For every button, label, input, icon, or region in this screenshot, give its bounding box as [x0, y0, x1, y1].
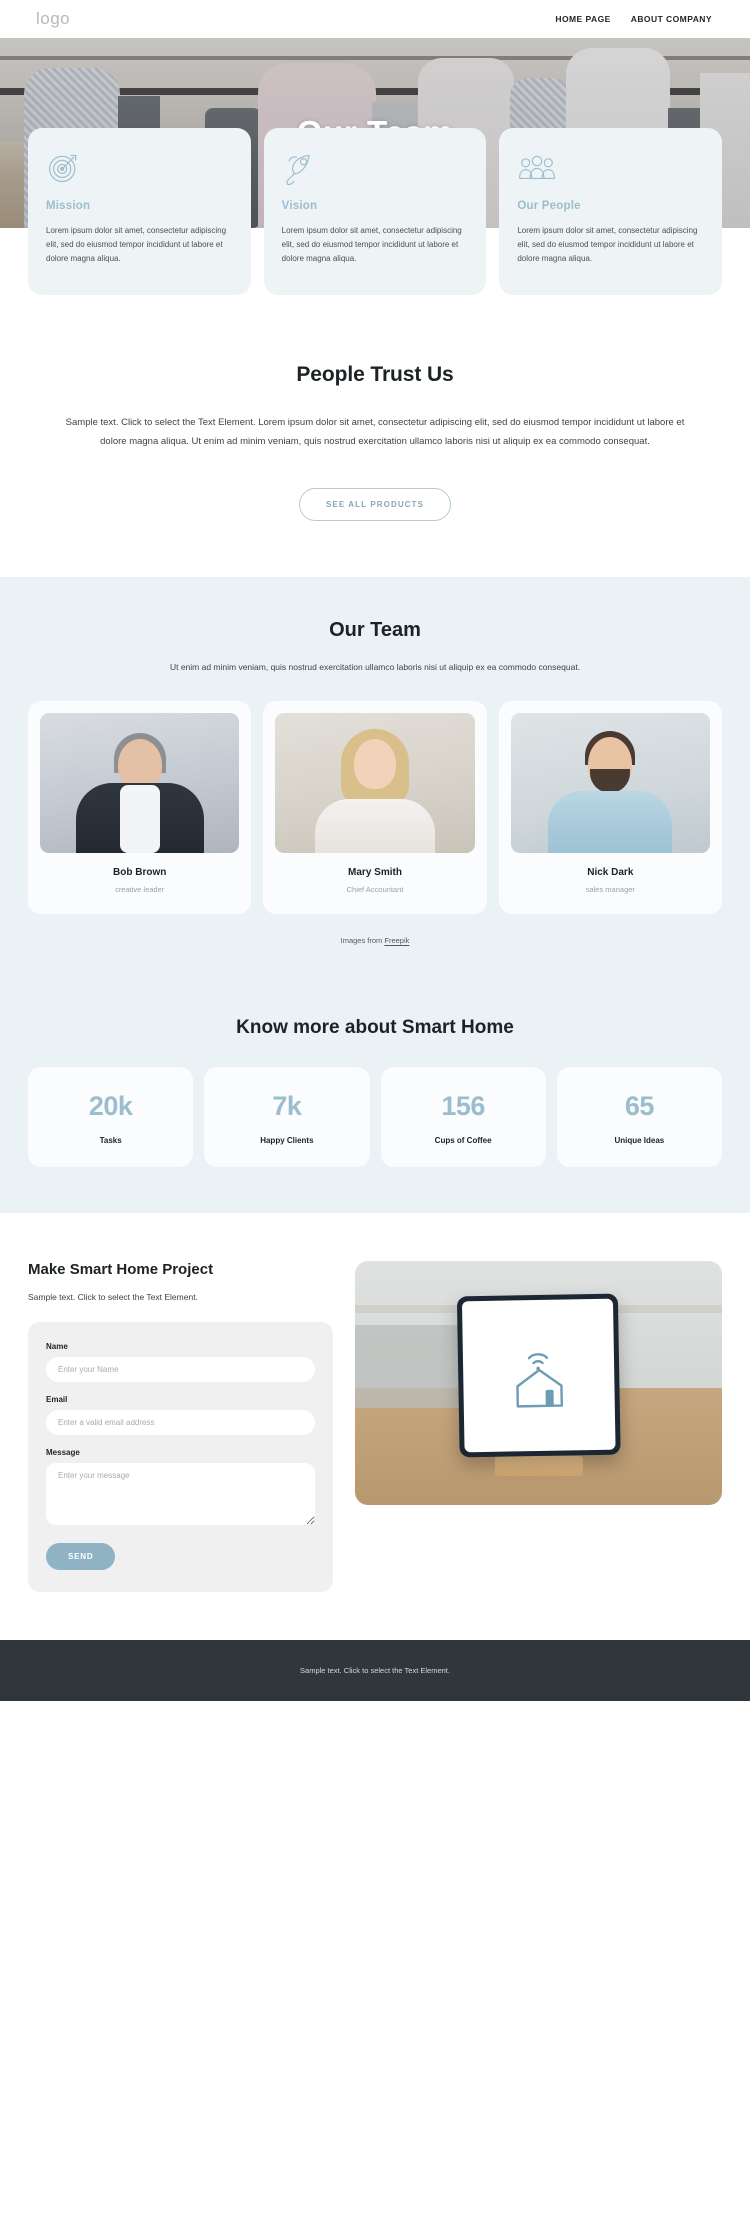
- team-title: Our Team: [329, 618, 421, 641]
- team-member-name: Bob Brown: [113, 867, 167, 879]
- stat-value: 65: [624, 1091, 655, 1122]
- trust-title: People Trust Us: [296, 362, 454, 386]
- stat-value: 20k: [88, 1091, 133, 1122]
- stat-label: Cups of Coffee: [434, 1136, 492, 1146]
- send-button[interactable]: SEND: [46, 1543, 116, 1571]
- stat-label: Unique Ideas: [614, 1136, 665, 1146]
- team-member-photo: [510, 713, 710, 854]
- site-footer: Sample text. Click to select the Text El…: [0, 1640, 750, 1702]
- feature-card-text: Lorem ipsum dolor sit amet, consectetur …: [517, 226, 698, 264]
- stat-card-happy-clients: 7k Happy Clients: [204, 1067, 370, 1168]
- main-navigation: HOME PAGE ABOUT COMPANY: [555, 14, 712, 24]
- stat-card-tasks: 20k Tasks: [28, 1067, 194, 1168]
- contact-image-column: [355, 1261, 722, 1592]
- contact-subtitle: Sample text. Click to select the Text El…: [28, 1292, 198, 1303]
- contact-section: Make Smart Home Project Sample text. Cli…: [0, 1213, 750, 1641]
- trust-text: Sample text. Click to select the Text El…: [65, 416, 685, 448]
- tablet-screen: [461, 1299, 616, 1453]
- see-all-products-button[interactable]: SEE ALL PRODUCTS: [298, 487, 452, 521]
- team-member-photo: [275, 713, 475, 854]
- feature-card-text: Lorem ipsum dolor sit amet, consectetur …: [46, 226, 227, 264]
- rocket-icon: [282, 150, 469, 186]
- nav-item-about-company[interactable]: ABOUT COMPANY: [631, 14, 712, 24]
- stat-card-unique-ideas: 65 Unique Ideas: [556, 1067, 722, 1168]
- site-logo[interactable]: logo: [36, 9, 70, 29]
- smart-home-wifi-icon: [515, 1352, 563, 1408]
- footer-text: Sample text. Click to select the Text El…: [300, 1666, 450, 1676]
- feature-card-vision[interactable]: Vision Lorem ipsum dolor sit amet, conse…: [263, 128, 487, 295]
- feature-card-text: Lorem ipsum dolor sit amet, consectetur …: [281, 226, 462, 264]
- feature-card-title: Our People: [517, 200, 581, 212]
- contact-form-column: Make Smart Home Project Sample text. Cli…: [28, 1261, 333, 1593]
- people-group-icon: [517, 150, 704, 186]
- team-member-role: creative leader: [115, 885, 165, 895]
- feature-card-title: Vision: [281, 200, 318, 212]
- feature-card-mission[interactable]: Mission Lorem ipsum dolor sit amet, cons…: [28, 128, 251, 295]
- nav-item-home-page[interactable]: HOME PAGE: [555, 14, 610, 24]
- trust-button-wrap: SEE ALL PRODUCTS: [22, 452, 728, 577]
- name-input[interactable]: [46, 1357, 315, 1383]
- tablet-device: [456, 1293, 621, 1458]
- team-member-cards: Bob Brown creative leader Mary Smith Chi…: [22, 701, 728, 915]
- image-credit-prefix: Images from: [340, 936, 385, 946]
- feature-cards: Mission Lorem ipsum dolor sit amet, cons…: [0, 128, 750, 295]
- team-member-role: Chief Accountant: [346, 885, 404, 895]
- stat-label: Happy Clients: [260, 1136, 314, 1146]
- stats-title: Know more about Smart Home: [236, 1017, 514, 1039]
- name-label: Name: [46, 1342, 68, 1352]
- contact-title: Make Smart Home Project: [28, 1261, 214, 1279]
- team-member-card[interactable]: Bob Brown creative leader: [28, 701, 252, 915]
- team-member-role: sales manager: [585, 885, 635, 895]
- image-credit: Images from Freepik: [22, 914, 728, 953]
- team-member-name: Nick Dark: [587, 867, 634, 879]
- landing-page: logo HOME PAGE ABOUT COMPANY Mission Lor…: [0, 0, 750, 1702]
- freepik-link[interactable]: Freepik: [384, 936, 409, 945]
- feature-card-our-people[interactable]: Our People Lorem ipsum dolor sit amet, c…: [499, 128, 723, 295]
- team-member-card[interactable]: Nick Dark sales manager: [498, 701, 722, 915]
- stat-label: Tasks: [99, 1136, 122, 1146]
- stats-cards: 20k Tasks 7k Happy Clients 156 Cups of C…: [22, 1067, 728, 1168]
- stat-value: 156: [441, 1091, 485, 1122]
- stat-card-cups-of-coffee: 156 Cups of Coffee: [380, 1067, 546, 1168]
- trust-section: People Trust Us Sample text. Click to se…: [0, 294, 750, 577]
- contact-form: Name Email Message SEND: [28, 1322, 333, 1593]
- team-subtitle: Ut enim ad minim veniam, quis nostrud ex…: [169, 661, 581, 672]
- team-section: Our Team Ut enim ad minim veniam, quis n…: [0, 576, 750, 984]
- message-textarea[interactable]: [46, 1463, 315, 1526]
- site-header: logo HOME PAGE ABOUT COMPANY: [0, 0, 750, 38]
- smart-home-tablet-photo: [355, 1261, 722, 1506]
- feature-card-title: Mission: [46, 200, 91, 212]
- message-label: Message: [46, 1448, 80, 1458]
- email-label: Email: [46, 1395, 68, 1405]
- team-member-name: Mary Smith: [348, 867, 402, 879]
- email-input[interactable]: [46, 1410, 315, 1436]
- team-member-card[interactable]: Mary Smith Chief Accountant: [263, 701, 487, 915]
- target-icon: [46, 150, 233, 186]
- team-member-photo: [40, 713, 240, 854]
- stats-section: Know more about Smart Home 20k Tasks 7k …: [0, 983, 750, 1214]
- stat-value: 7k: [272, 1091, 302, 1122]
